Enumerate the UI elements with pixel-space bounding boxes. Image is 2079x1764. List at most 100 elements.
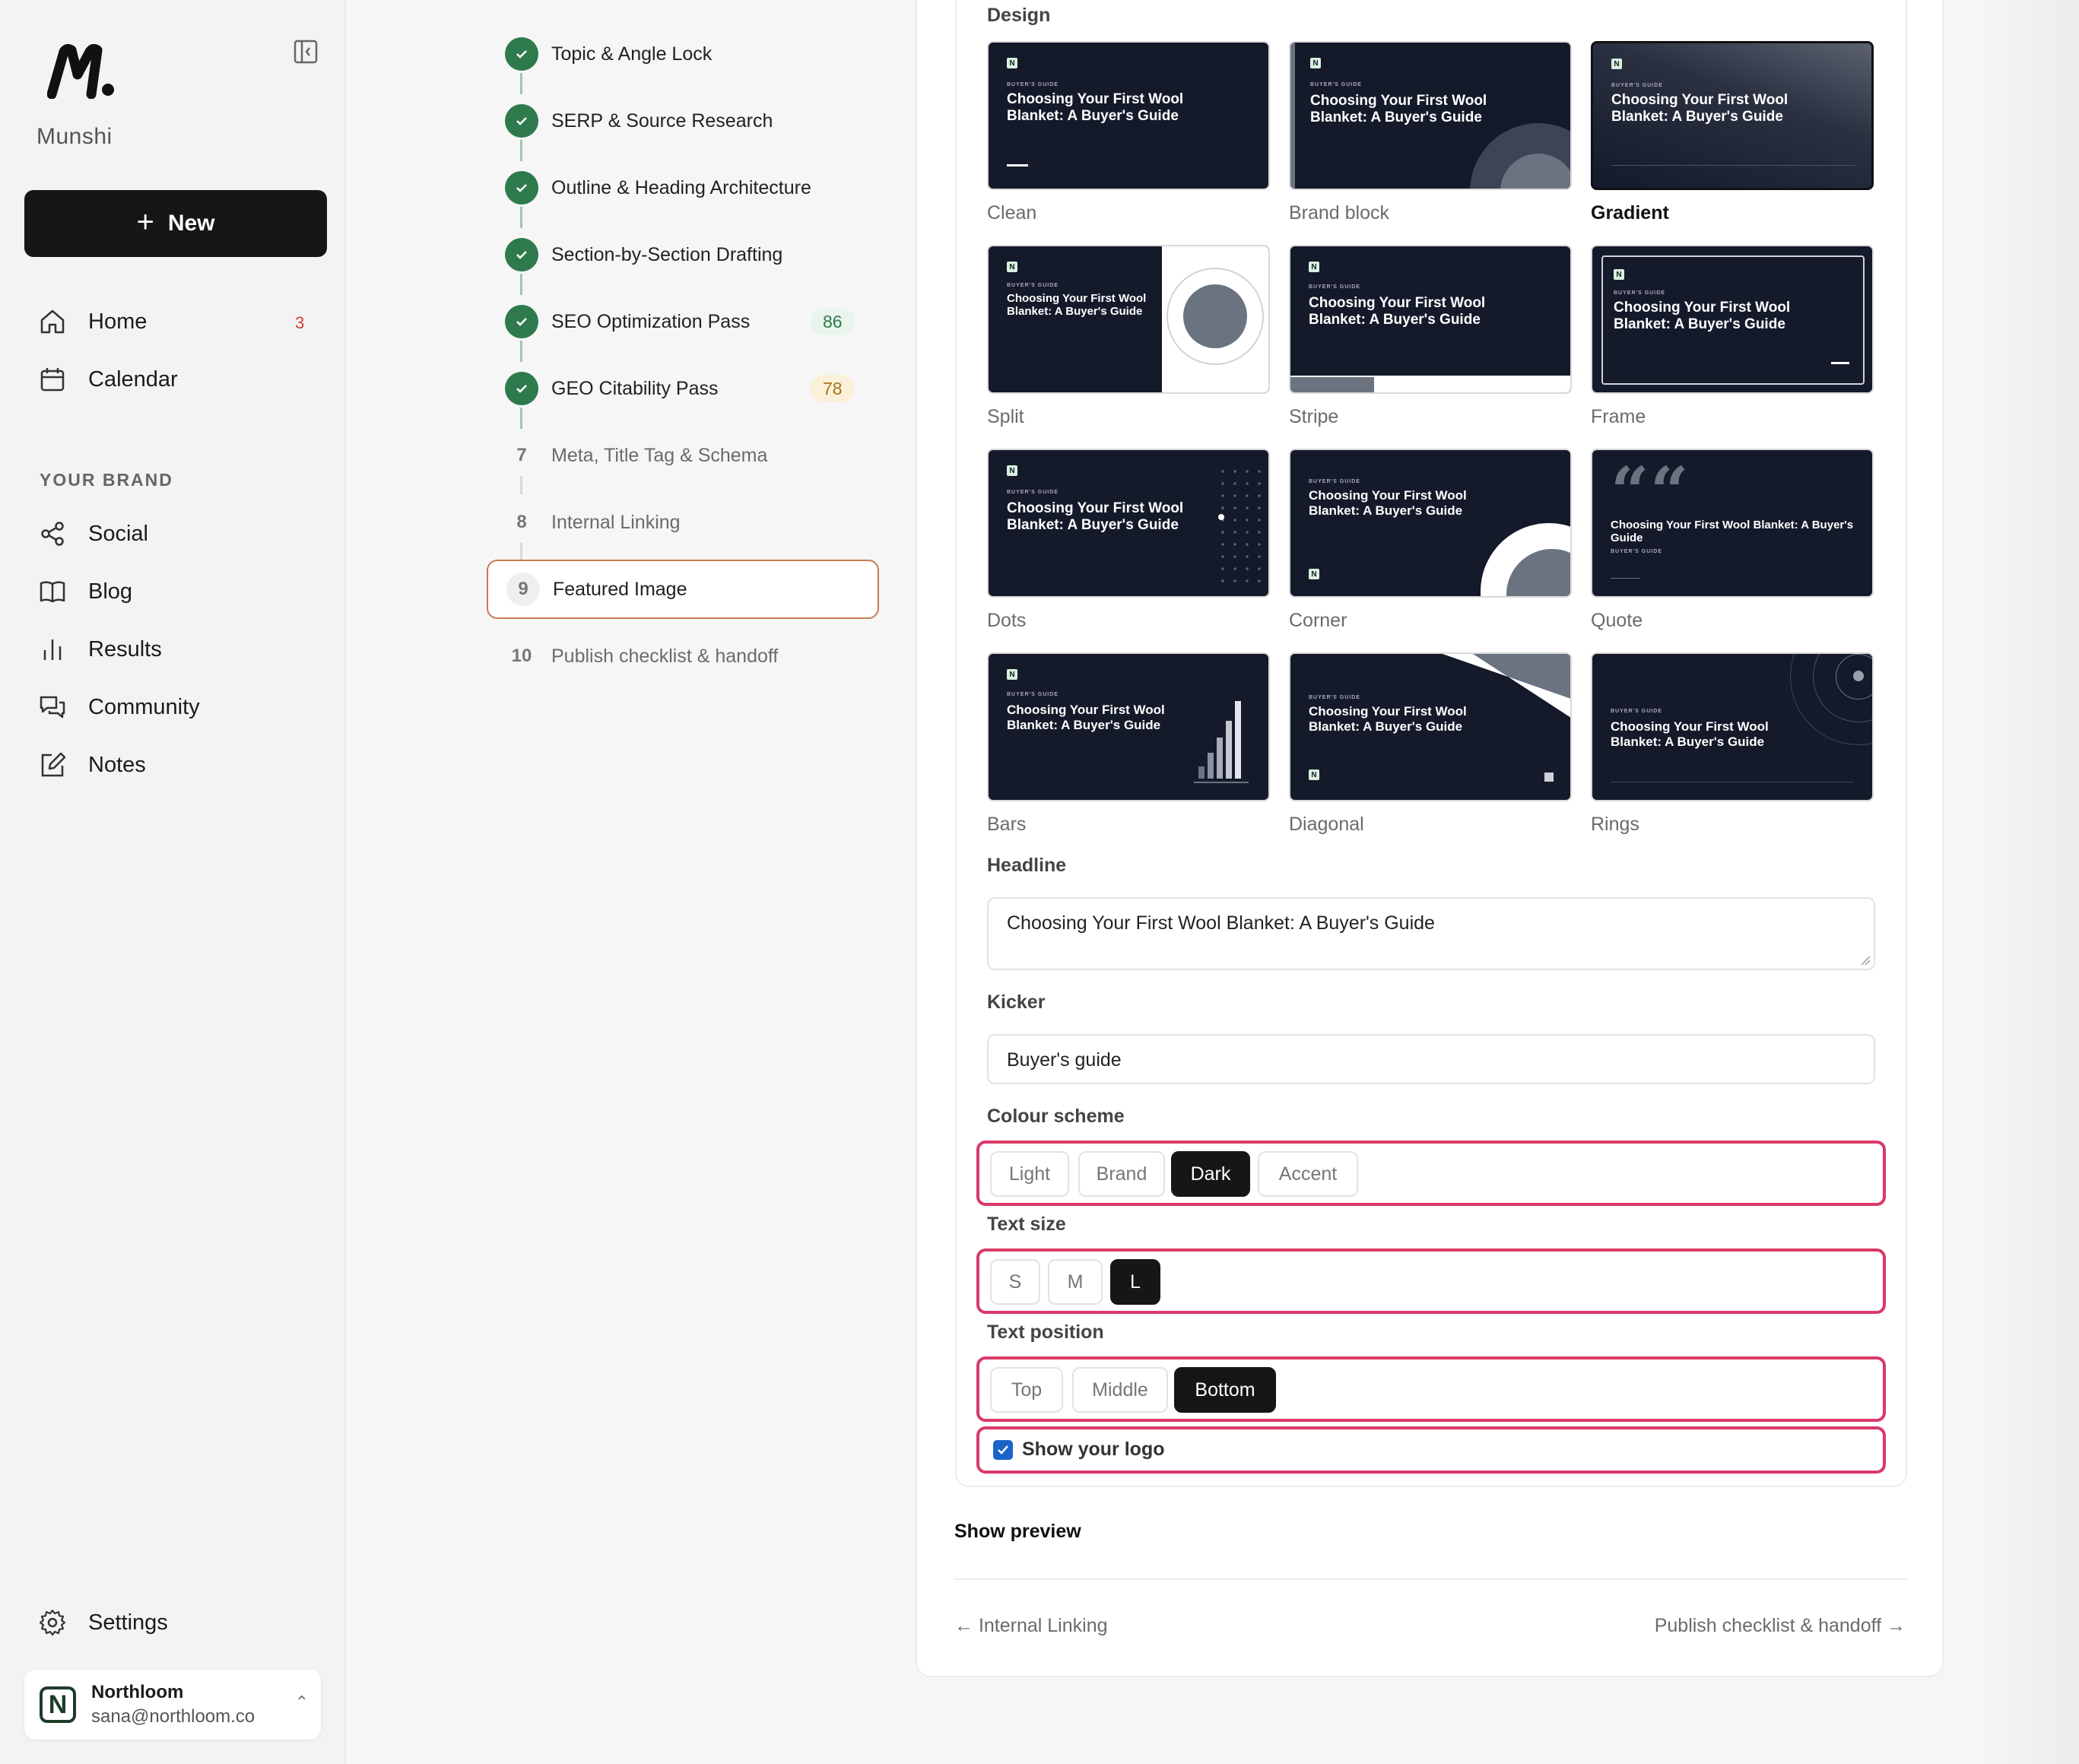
text-position-option-middle[interactable]: Middle xyxy=(1072,1367,1168,1413)
section-title-your-brand: YOUR BRAND xyxy=(40,470,173,490)
step-topic-angle[interactable]: Topic & Angle Lock xyxy=(487,24,879,84)
next-step-link[interactable]: Publish checklist & handoff → xyxy=(1655,1615,1906,1637)
account-avatar: N xyxy=(40,1686,76,1723)
logo-mark: N xyxy=(1310,58,1321,68)
card-kicker: BUYER'S GUIDE xyxy=(1007,490,1059,495)
design-card-dots[interactable]: N BUYER'S GUIDE Choosing Your First Wool… xyxy=(987,449,1270,598)
nav-calendar[interactable]: Calendar xyxy=(38,365,178,394)
show-logo-checkbox[interactable] xyxy=(993,1440,1013,1460)
bar-mark xyxy=(1208,753,1214,779)
step-label: Meta, Title Tag & Schema xyxy=(551,444,768,466)
headline-label: Headline xyxy=(987,855,1067,876)
step-featured-image[interactable]: 9 Featured Image xyxy=(487,560,879,619)
bar-mark xyxy=(1235,701,1241,779)
design-card-quote[interactable]: “ “ Choosing Your First Wool Blanket: A … xyxy=(1591,449,1874,598)
step-label: Featured Image xyxy=(553,578,687,600)
design-name: Clean xyxy=(987,202,1037,224)
bar-mark xyxy=(1198,766,1205,779)
step-seo-pass[interactable]: SEO Optimization Pass 86 xyxy=(487,292,879,351)
text-size-option-s[interactable]: S xyxy=(990,1259,1040,1305)
show-preview-toggle[interactable]: Show preview xyxy=(954,1521,1081,1543)
colour-option-dark[interactable]: Dark xyxy=(1171,1151,1250,1197)
account-switcher[interactable]: N Northloom sana@northloom.co ⌃ xyxy=(24,1670,321,1740)
logo-mark: N xyxy=(1007,465,1017,476)
nav-home[interactable]: Home xyxy=(38,307,147,336)
nav-community[interactable]: Community xyxy=(38,693,200,722)
text-position-option-top[interactable]: Top xyxy=(990,1367,1063,1413)
previous-step-link[interactable]: ← Internal Linking xyxy=(954,1615,1108,1637)
design-name: Gradient xyxy=(1591,202,1669,224)
sidebar: Munshi + New Home 3 Calendar YOUR BRAND … xyxy=(0,0,346,1764)
text-position-label: Text position xyxy=(987,1321,1104,1343)
design-card-bars[interactable]: N BUYER'S GUIDE Choosing Your First Wool… xyxy=(987,652,1270,801)
design-card-diagonal[interactable]: BUYER'S GUIDE Choosing Your First Wool B… xyxy=(1289,652,1572,801)
home-icon xyxy=(40,309,65,334)
design-card-split[interactable]: N BUYER'S GUIDE Choosing Your First Wool… xyxy=(987,245,1270,394)
design-name: Corner xyxy=(1289,610,1347,631)
design-card-frame[interactable]: N BUYER'S GUIDE Choosing Your First Wool… xyxy=(1591,245,1874,394)
nav-settings[interactable]: Settings xyxy=(38,1608,168,1637)
design-card-gradient[interactable]: N BUYER'S GUIDE Choosing Your First Wool… xyxy=(1591,41,1874,190)
ring-center xyxy=(1853,671,1864,681)
card-kicker: BUYER'S GUIDE xyxy=(1310,82,1362,87)
seo-score-badge: 86 xyxy=(811,308,855,335)
nav-social[interactable]: Social xyxy=(38,519,148,548)
page-edge-shadow xyxy=(1977,0,2079,1764)
new-button[interactable]: + New xyxy=(24,190,327,257)
check-icon xyxy=(505,37,538,71)
nav-results-label: Results xyxy=(88,636,162,662)
colour-option-brand[interactable]: Brand xyxy=(1078,1151,1165,1197)
design-card-stripe[interactable]: N BUYER'S GUIDE Choosing Your First Wool… xyxy=(1289,245,1572,394)
workflow-steps: Topic & Angle Lock SERP & Source Researc… xyxy=(487,0,882,1764)
nav-home-label: Home xyxy=(88,309,148,334)
edit-note-icon xyxy=(41,752,66,777)
colour-option-accent[interactable]: Accent xyxy=(1258,1151,1358,1197)
design-name: Dots xyxy=(987,610,1027,631)
bar-mark xyxy=(1217,738,1223,779)
step-label: Outline & Heading Architecture xyxy=(551,176,811,198)
dot-grid xyxy=(1217,465,1262,587)
step-serp-research[interactable]: SERP & Source Research xyxy=(487,91,879,151)
logo-mark: N xyxy=(1007,58,1017,68)
step-meta-schema[interactable]: 7 Meta, Title Tag & Schema xyxy=(487,426,879,485)
text-size-option-l[interactable]: L xyxy=(1110,1259,1160,1305)
card-kicker: BUYER'S GUIDE xyxy=(1007,283,1059,288)
design-card-clean[interactable]: N BUYER'S GUIDE Choosing Your First Wool… xyxy=(987,41,1270,190)
active-dot xyxy=(1218,514,1224,520)
calendar-icon xyxy=(40,368,65,392)
nav-blog[interactable]: Blog xyxy=(38,577,132,606)
show-logo-label[interactable]: Show your logo xyxy=(1022,1439,1165,1461)
step-number: 9 xyxy=(506,573,540,606)
resize-handle-icon[interactable] xyxy=(1860,955,1871,966)
design-name: Bars xyxy=(987,814,1027,835)
design-card-rings[interactable]: BUYER'S GUIDE Choosing Your First Wool B… xyxy=(1591,652,1874,801)
step-drafting[interactable]: Section-by-Section Drafting xyxy=(487,225,879,284)
kicker-input[interactable]: Buyer's guide xyxy=(987,1034,1875,1084)
design-name: Stripe xyxy=(1289,406,1339,427)
account-email: sana@northloom.co xyxy=(91,1706,256,1727)
account-name: Northloom xyxy=(91,1682,184,1702)
card-title: Choosing Your First Wool Blanket: A Buye… xyxy=(1007,292,1147,319)
text-position-option-bottom[interactable]: Bottom xyxy=(1174,1367,1276,1413)
text-size-option-m[interactable]: M xyxy=(1048,1259,1103,1305)
gear-icon xyxy=(39,1609,66,1636)
text-size-label: Text size xyxy=(987,1214,1066,1235)
step-publish-checklist[interactable]: 10 Publish checklist & handoff xyxy=(487,627,879,686)
checkmark-icon xyxy=(998,1445,1008,1455)
colour-option-light[interactable]: Light xyxy=(990,1151,1069,1197)
step-outline[interactable]: Outline & Heading Architecture xyxy=(487,158,879,217)
design-card-brand-block[interactable]: N BUYER'S GUIDE Choosing Your First Wool… xyxy=(1289,41,1572,190)
nav-social-label: Social xyxy=(88,521,148,546)
step-internal-linking[interactable]: 8 Internal Linking xyxy=(487,493,879,552)
design-card-corner[interactable]: BUYER'S GUIDE Choosing Your First Wool B… xyxy=(1289,449,1572,598)
nav-settings-label: Settings xyxy=(88,1610,168,1635)
home-badge: 3 xyxy=(295,313,305,332)
step-geo-pass[interactable]: GEO Citability Pass 78 xyxy=(487,359,879,418)
design-name: Quote xyxy=(1591,610,1643,631)
collapse-sidebar-icon[interactable] xyxy=(290,38,321,65)
nav-results[interactable]: Results xyxy=(38,635,162,664)
headline-textarea[interactable]: Choosing Your First Wool Blanket: A Buye… xyxy=(987,897,1875,970)
card-title: Choosing Your First Wool Blanket: A Buye… xyxy=(1007,703,1165,732)
nav-notes[interactable]: Notes xyxy=(38,750,146,779)
card-kicker: BUYER'S GUIDE xyxy=(1309,695,1360,700)
